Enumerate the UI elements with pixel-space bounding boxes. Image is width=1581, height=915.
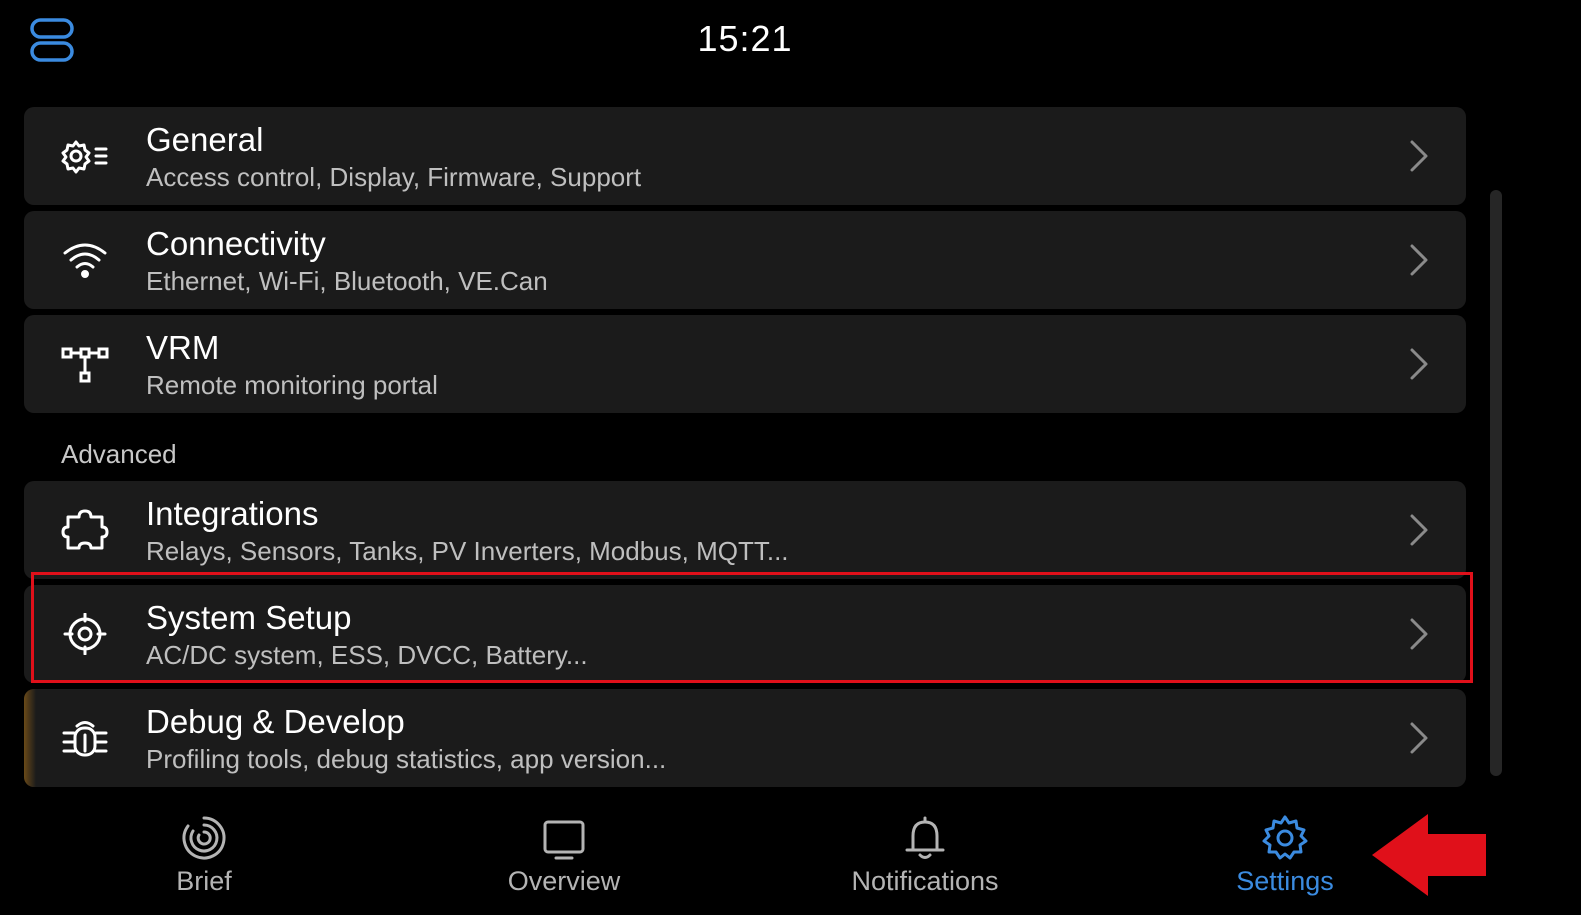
menu-item-vrm[interactable]: VRM Remote monitoring portal: [24, 315, 1466, 413]
annotation-arrow-icon: [1372, 814, 1486, 896]
nav-item-brief[interactable]: Brief: [94, 800, 314, 915]
section-label-advanced: Advanced: [61, 439, 177, 469]
nav-item-settings[interactable]: Settings: [1175, 800, 1395, 915]
gear-list-icon: [60, 135, 110, 177]
nav-item-overview[interactable]: Overview: [454, 800, 674, 915]
menu-item-subtitle: Profiling tools, debug statistics, app v…: [146, 744, 667, 774]
menu-item-debug-develop[interactable]: Debug & Develop Profiling tools, debug s…: [24, 689, 1466, 787]
menu-item-title: General: [146, 121, 264, 158]
target-gear-icon: [60, 612, 110, 656]
menu-item-connectivity[interactable]: Connectivity Ethernet, Wi-Fi, Bluetooth,…: [24, 211, 1466, 309]
menu-item-title: System Setup: [146, 599, 352, 636]
chevron-right-icon: [1408, 513, 1430, 547]
menu-item-title: Integrations: [146, 495, 319, 532]
scrollbar[interactable]: [1490, 190, 1502, 776]
settings-menu-list: General Access control, Display, Firmwar…: [24, 107, 1466, 793]
gear-icon: [1261, 814, 1309, 862]
wifi-icon: [60, 239, 110, 281]
brief-icon: [180, 814, 228, 862]
menu-item-subtitle: Relays, Sensors, Tanks, PV Inverters, Mo…: [146, 536, 789, 566]
menu-item-title: Debug & Develop: [146, 703, 405, 740]
nav-item-notifications[interactable]: Notifications: [815, 800, 1035, 915]
bottom-nav: Brief Overview Notifications Settings: [0, 800, 1490, 915]
menu-item-subtitle: AC/DC system, ESS, DVCC, Battery...: [146, 640, 588, 670]
clock: 15:21: [697, 18, 793, 59]
network-icon: [60, 343, 110, 385]
chevron-right-icon: [1408, 139, 1430, 173]
chevron-right-icon: [1408, 617, 1430, 651]
menu-item-subtitle: Access control, Display, Firmware, Suppo…: [146, 162, 642, 192]
nav-label: Overview: [507, 866, 621, 896]
chevron-right-icon: [1408, 721, 1430, 755]
nav-label: Settings: [1236, 866, 1334, 896]
puzzle-icon: [60, 509, 110, 551]
menu-item-system-setup[interactable]: System Setup AC/DC system, ESS, DVCC, Ba…: [24, 585, 1466, 683]
chevron-right-icon: [1408, 243, 1430, 277]
chevron-right-icon: [1408, 347, 1430, 381]
menu-item-subtitle: Ethernet, Wi-Fi, Bluetooth, VE.Can: [146, 266, 548, 296]
nav-label: Brief: [176, 866, 232, 896]
bug-icon: [60, 717, 110, 759]
menu-item-title: Connectivity: [146, 225, 326, 262]
overview-icon: [540, 814, 588, 862]
nav-label: Notifications: [851, 866, 999, 896]
menu-item-integrations[interactable]: Integrations Relays, Sensors, Tanks, PV …: [24, 481, 1466, 579]
menu-item-title: VRM: [146, 329, 220, 366]
menu-item-general[interactable]: General Access control, Display, Firmwar…: [24, 107, 1466, 205]
bell-icon: [901, 814, 949, 862]
menu-item-subtitle: Remote monitoring portal: [146, 370, 438, 400]
